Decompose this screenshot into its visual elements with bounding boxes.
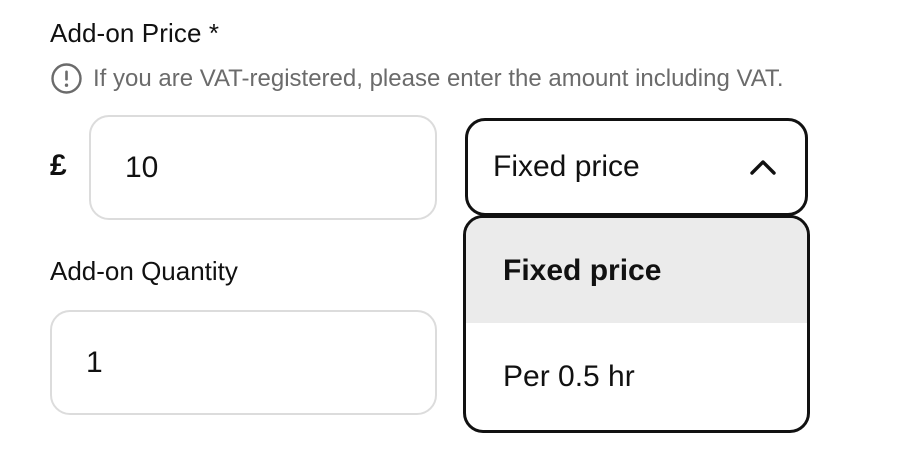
addon-price-label: Add-on Price * xyxy=(50,18,220,48)
quantity-input-value: 1 xyxy=(86,345,103,379)
option-label: Fixed price xyxy=(503,253,662,287)
addon-quantity-label: Add-on Quantity xyxy=(50,256,238,286)
price-input-value: 10 xyxy=(125,150,159,184)
option-per-half-hour[interactable]: Per 0.5 hr xyxy=(466,323,807,430)
vat-hint: If you are VAT-registered, please enter … xyxy=(50,62,784,95)
quantity-input[interactable]: 1 xyxy=(50,310,437,415)
pricing-type-selected-value: Fixed price xyxy=(493,150,640,183)
exclamation-circle-icon xyxy=(51,63,82,94)
addon-pricing-form: Add-on Price * If you are VAT-registered… xyxy=(0,0,904,452)
pricing-type-select[interactable]: Fixed price xyxy=(465,118,808,216)
price-input[interactable]: 10 xyxy=(89,115,437,220)
option-fixed-price[interactable]: Fixed price xyxy=(466,218,807,323)
vat-hint-text: If you are VAT-registered, please enter … xyxy=(93,64,784,92)
chevron-up-icon xyxy=(750,160,776,175)
currency-symbol: £ xyxy=(50,149,67,182)
pricing-type-dropdown: Fixed price Per 0.5 hr xyxy=(463,215,810,433)
option-label: Per 0.5 hr xyxy=(503,359,635,393)
